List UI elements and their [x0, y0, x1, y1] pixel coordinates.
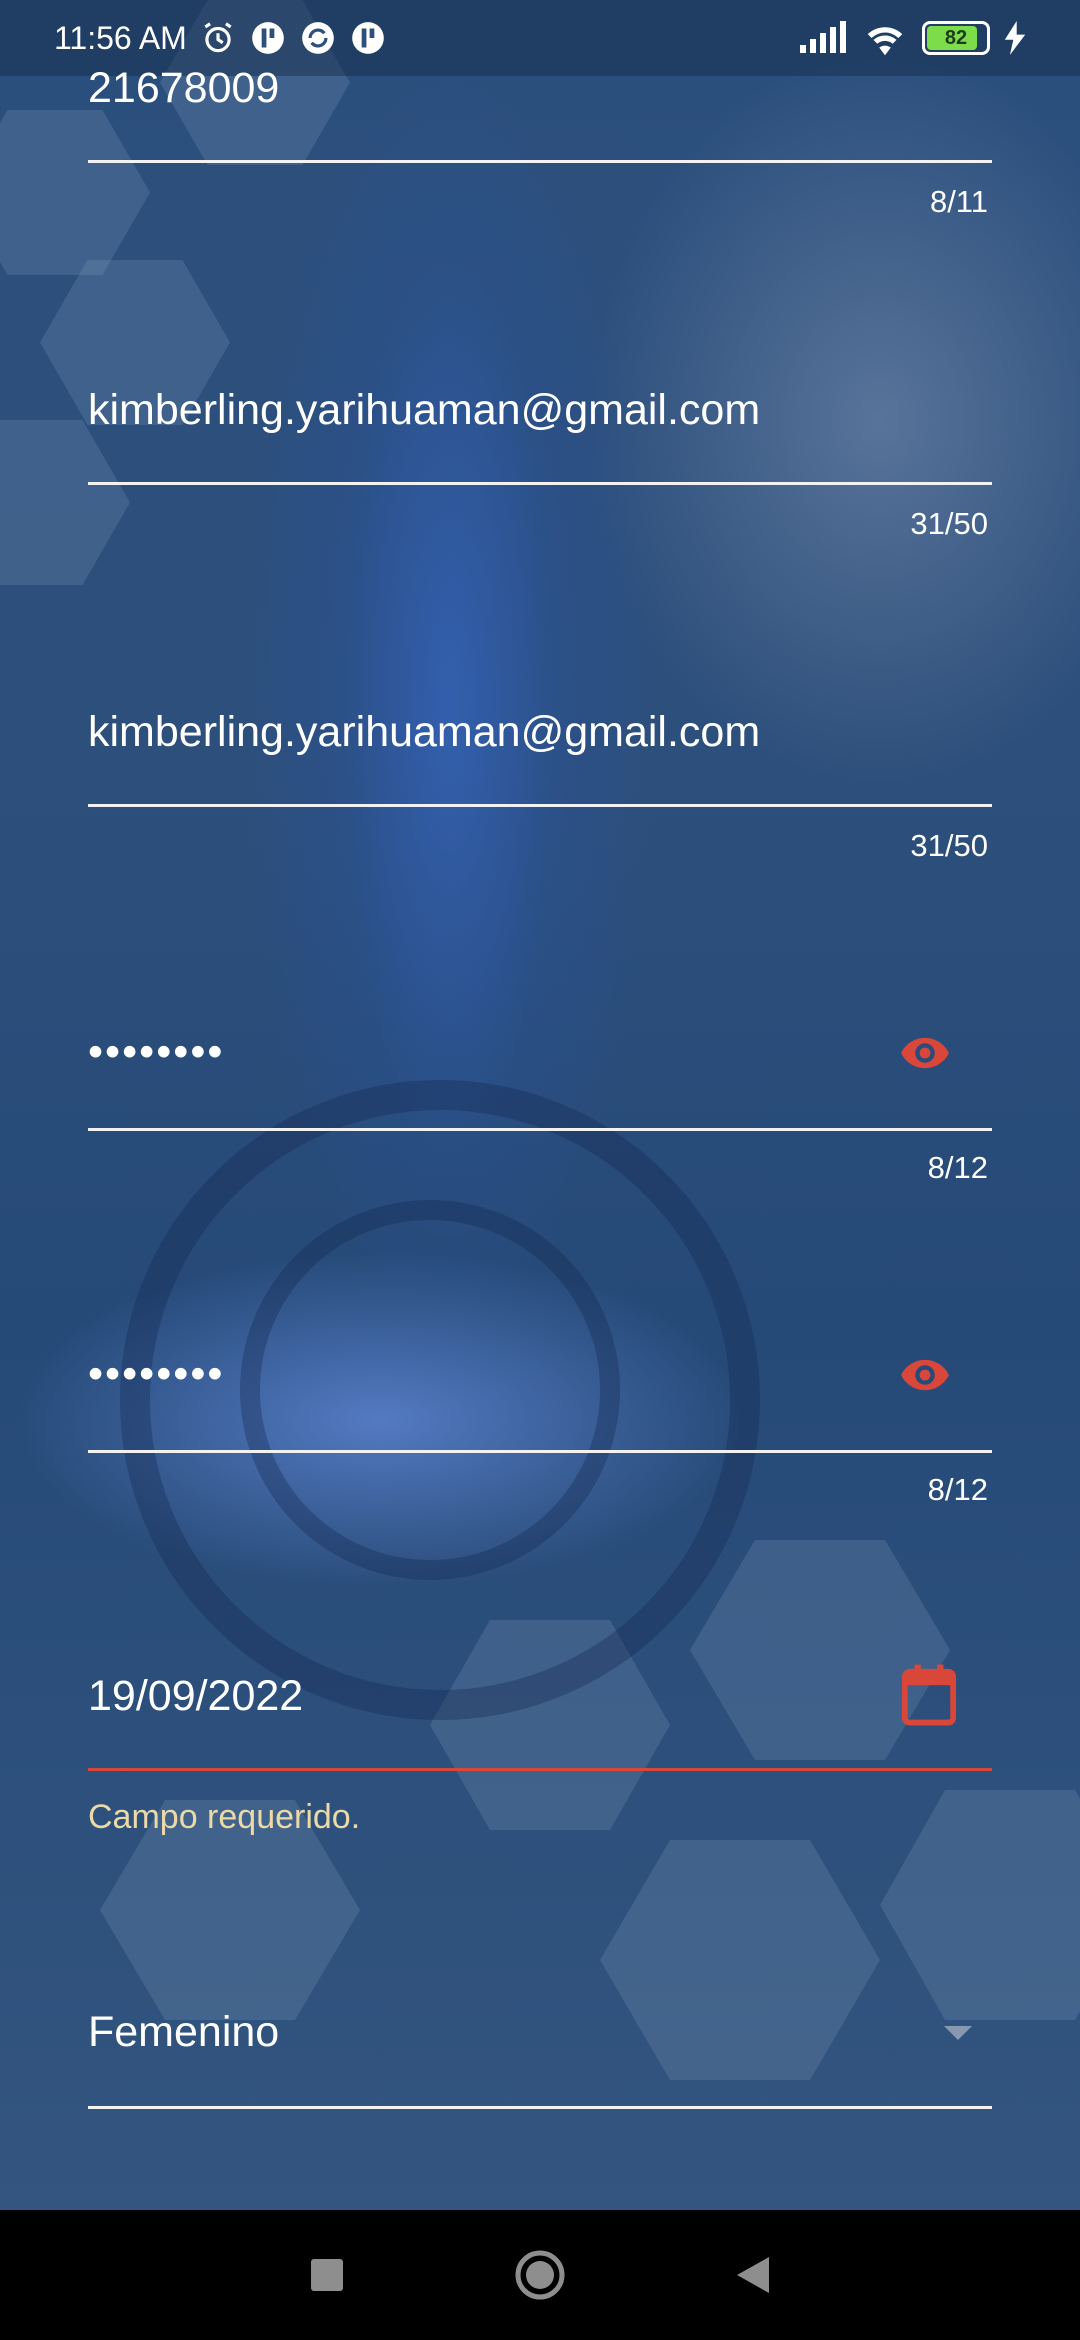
battery-level: 82 [944, 26, 968, 49]
password-confirm-counter: 8/12 [927, 1472, 988, 1507]
document-number-field[interactable]: 21678009 8/11 [88, 62, 992, 219]
password-confirm-value: •••••••• [88, 1350, 225, 1398]
password-counter: 8/12 [927, 1150, 988, 1185]
back-button[interactable] [723, 2245, 783, 2305]
charging-icon [1004, 21, 1026, 55]
navigation-bar [0, 2210, 1080, 2340]
birth-date-error: Campo requerido. [88, 1798, 361, 1836]
email-confirm-value: kimberling.yarihuaman@gmail.com [88, 708, 761, 756]
home-button[interactable] [510, 2245, 570, 2305]
email-field[interactable]: kimberling.yarihuaman@gmail.com 31/50 [88, 384, 992, 541]
signal-icon [800, 21, 846, 53]
battery-icon: 82 [922, 21, 990, 55]
password-underline [88, 1128, 992, 1131]
document-number-value: 21678009 [88, 64, 280, 112]
password-field[interactable]: •••••••• 8/12 [88, 1026, 992, 1185]
gender-underline [88, 2106, 992, 2109]
email-counter: 31/50 [910, 506, 988, 541]
wifi-icon [867, 27, 903, 56]
recents-icon [310, 2259, 343, 2291]
email-confirm-underline [88, 804, 992, 807]
back-icon [737, 2257, 770, 2293]
document-number-underline [88, 160, 992, 163]
password-confirm-underline [88, 1450, 992, 1453]
alarm-icon [204, 22, 232, 53]
app-notification-icon [251, 22, 284, 54]
eye-icon[interactable] [892, 1027, 958, 1079]
birth-date-field[interactable]: 19/09/2022 [88, 1664, 992, 1771]
email-confirm-counter: 31/50 [910, 828, 988, 863]
gender-dropdown[interactable]: Femenino [88, 2006, 992, 2109]
password-confirm-field[interactable]: •••••••• 8/12 [88, 1348, 992, 1507]
recents-button[interactable] [297, 2245, 357, 2305]
document-number-counter: 8/11 [929, 184, 988, 219]
email-confirm-field[interactable]: kimberling.yarihuaman@gmail.com 31/50 [88, 706, 992, 863]
email-underline [88, 482, 992, 485]
birth-date-underline [88, 1768, 992, 1771]
birth-date-value: 19/09/2022 [88, 1672, 304, 1720]
gender-value: Femenino [88, 2008, 280, 2056]
eye-icon[interactable] [892, 1349, 958, 1401]
sync-icon [301, 22, 334, 54]
home-icon [515, 2250, 565, 2300]
calendar-icon[interactable] [900, 1664, 958, 1728]
status-time: 11:56 AM [54, 19, 187, 56]
email-value: kimberling.yarihuaman@gmail.com [88, 386, 761, 434]
dropdown-arrow-icon [944, 2026, 972, 2040]
password-value: •••••••• [88, 1028, 225, 1076]
app-notification-icon [351, 22, 384, 54]
